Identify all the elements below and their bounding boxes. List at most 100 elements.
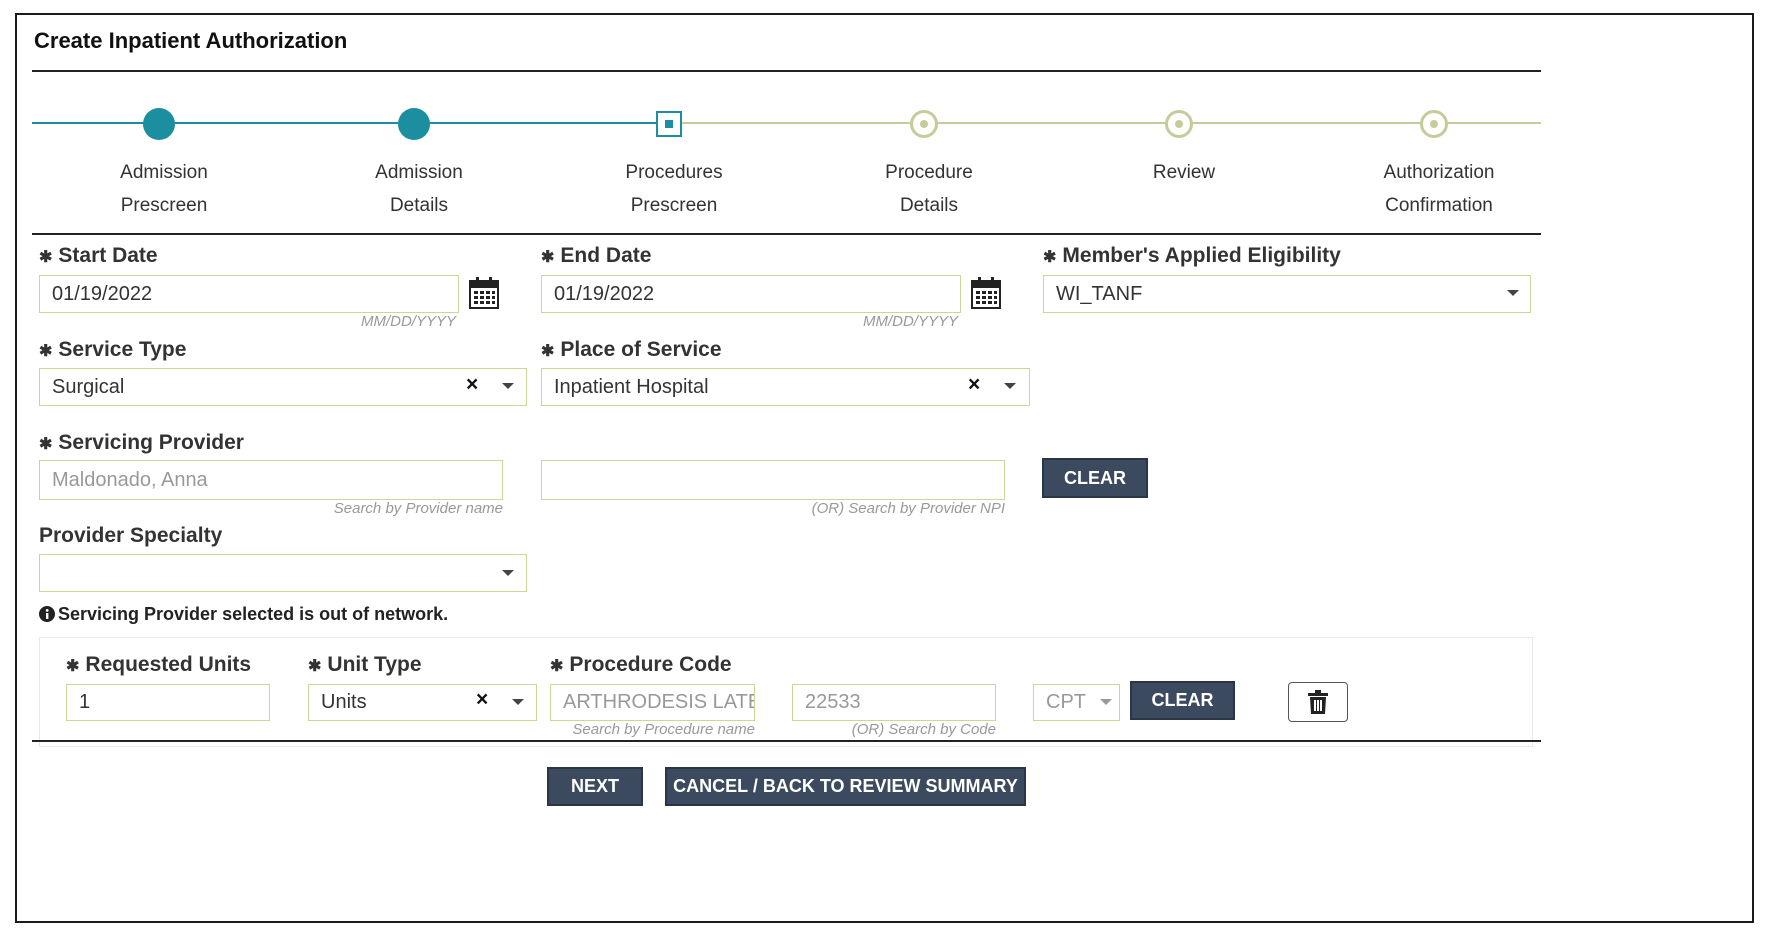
procedure-code-value: 22533 (805, 691, 861, 713)
next-button[interactable]: NEXT (547, 767, 643, 806)
provider-name-search-input[interactable]: Maldonado, Anna (39, 460, 503, 500)
requested-units-label-text: Requested Units (85, 653, 252, 676)
end-date-value: 01/19/2022 (554, 282, 655, 305)
start-date-format-hint: MM/DD/YYYY (360, 313, 456, 330)
step-label-procedure-details: Procedure Details (839, 156, 1019, 222)
cancel-back-to-review-summary-button[interactable]: CANCEL / BACK TO REVIEW SUMMARY (665, 767, 1026, 806)
start-date-label: ✱ Start Date (39, 244, 158, 268)
unit-type-value: Units (321, 691, 367, 713)
servicing-provider-label-text: Servicing Provider (58, 431, 244, 454)
eligibility-label-text: Member's Applied Eligibility (1062, 244, 1341, 267)
start-date-calendar-icon[interactable] (469, 277, 499, 309)
requested-units-value: 1 (79, 691, 91, 713)
place-of-service-label: ✱ Place of Service (541, 338, 722, 362)
start-date-label-text: Start Date (58, 244, 158, 267)
step-label-line1: Procedure (885, 162, 973, 183)
unit-type-clear-icon[interactable]: × (476, 689, 488, 710)
procedure-code-search-input[interactable]: 22533 (792, 684, 996, 721)
step-label-line1: Admission (375, 162, 463, 183)
eligibility-label: ✱ Member's Applied Eligibility (1043, 244, 1341, 268)
step-procedures-prescreen-icon (656, 111, 682, 137)
step-label-line1: Admission (120, 162, 208, 183)
eligibility-chevron-down-icon[interactable] (1507, 290, 1519, 296)
provider-name-value: Maldonado, Anna (52, 468, 208, 491)
step-label-line1: Review (1152, 162, 1216, 183)
procedure-code-label: ✱ Procedure Code (550, 653, 732, 677)
unit-type-select[interactable]: Units (308, 684, 537, 721)
provider-specialty-chevron-down-icon[interactable] (502, 570, 514, 576)
procedure-name-hint: Search by Procedure name (572, 721, 755, 738)
procedure-clear-button[interactable]: CLEAR (1130, 681, 1235, 720)
step-label-line1: Procedures (625, 162, 723, 183)
start-date-input[interactable]: 01/19/2022 (39, 275, 459, 313)
trash-icon (1308, 690, 1328, 714)
step-admission-prescreen-icon (143, 108, 175, 140)
servicing-provider-label: ✱ Servicing Provider (39, 431, 244, 455)
step-label-line2: Details (899, 195, 959, 216)
unit-type-label: ✱ Unit Type (308, 653, 422, 677)
place-of-service-chevron-down-icon[interactable] (1004, 383, 1016, 389)
service-type-label: ✱ Service Type (39, 338, 186, 362)
required-mark: ✱ (39, 436, 53, 453)
code-system-chevron-down-icon[interactable] (1100, 699, 1112, 705)
end-date-label: ✱ End Date (541, 244, 651, 268)
provider-specialty-label: Provider Specialty (39, 524, 223, 547)
step-label-review: Review (1094, 156, 1274, 189)
unit-type-label-text: Unit Type (327, 653, 422, 676)
required-mark: ✱ (541, 343, 555, 360)
procedure-name-search-input[interactable]: ARTHRODESIS LATERA (550, 684, 755, 721)
requested-units-label: ✱ Requested Units (66, 653, 251, 677)
service-type-label-text: Service Type (58, 338, 187, 361)
required-mark: ✱ (308, 658, 322, 675)
step-review-icon (1165, 110, 1193, 138)
unit-type-chevron-down-icon[interactable] (512, 699, 524, 705)
page-title: Create Inpatient Authorization (34, 28, 348, 53)
eligibility-value: WI_TANF (1056, 282, 1143, 305)
step-label-line2: Prescreen (120, 195, 208, 216)
step-label-line2: Details (389, 195, 449, 216)
end-date-input[interactable]: 01/19/2022 (541, 275, 961, 313)
out-of-network-note: Servicing Provider selected is out of ne… (39, 604, 448, 625)
step-label-line2: Prescreen (630, 195, 718, 216)
title-divider (32, 70, 1541, 72)
required-mark: ✱ (39, 343, 53, 360)
provider-clear-button[interactable]: CLEAR (1042, 458, 1148, 498)
place-of-service-select[interactable]: Inpatient Hospital (541, 368, 1030, 406)
end-date-format-hint: MM/DD/YYYY (862, 313, 958, 330)
provider-npi-search-input[interactable] (541, 460, 1005, 500)
step-admission-details-icon (398, 108, 430, 140)
provider-specialty-select[interactable] (39, 554, 527, 592)
stepper-line-done (32, 122, 670, 124)
service-type-select[interactable]: Surgical (39, 368, 527, 406)
step-label-line1: Authorization (1383, 162, 1495, 183)
code-system-value: CPT (1046, 691, 1086, 713)
form-bottom-divider (32, 740, 1541, 742)
procedure-code-label-text: Procedure Code (569, 653, 732, 676)
required-mark: ✱ (541, 249, 555, 266)
procedure-code-hint: (OR) Search by Code (851, 721, 996, 738)
required-mark: ✱ (550, 658, 564, 675)
delete-procedure-button[interactable] (1288, 682, 1348, 722)
step-procedure-details-icon (910, 110, 938, 138)
required-mark: ✱ (1043, 249, 1057, 266)
info-icon (39, 606, 55, 622)
procedure-name-value: ARTHRODESIS LATERA (563, 691, 754, 713)
required-mark: ✱ (39, 249, 53, 266)
step-label-line2: Confirmation (1385, 195, 1493, 216)
place-of-service-clear-icon[interactable]: × (968, 374, 980, 395)
provider-name-hint: Search by Provider name (333, 500, 503, 517)
place-of-service-label-text: Place of Service (560, 338, 722, 361)
step-label-admission-details: Admission Details (329, 156, 509, 222)
step-label-admission-prescreen: Admission Prescreen (74, 156, 254, 222)
requested-units-input[interactable]: 1 (66, 684, 270, 721)
end-date-label-text: End Date (560, 244, 652, 267)
required-mark: ✱ (66, 658, 80, 675)
place-of-service-value: Inpatient Hospital (554, 375, 709, 398)
service-type-clear-icon[interactable]: × (466, 374, 478, 395)
stepper-divider (32, 233, 1541, 235)
start-date-value: 01/19/2022 (52, 282, 153, 305)
stepper-line-future (670, 122, 1541, 124)
service-type-chevron-down-icon[interactable] (502, 383, 514, 389)
eligibility-select[interactable]: WI_TANF (1043, 275, 1531, 313)
end-date-calendar-icon[interactable] (971, 277, 1001, 309)
